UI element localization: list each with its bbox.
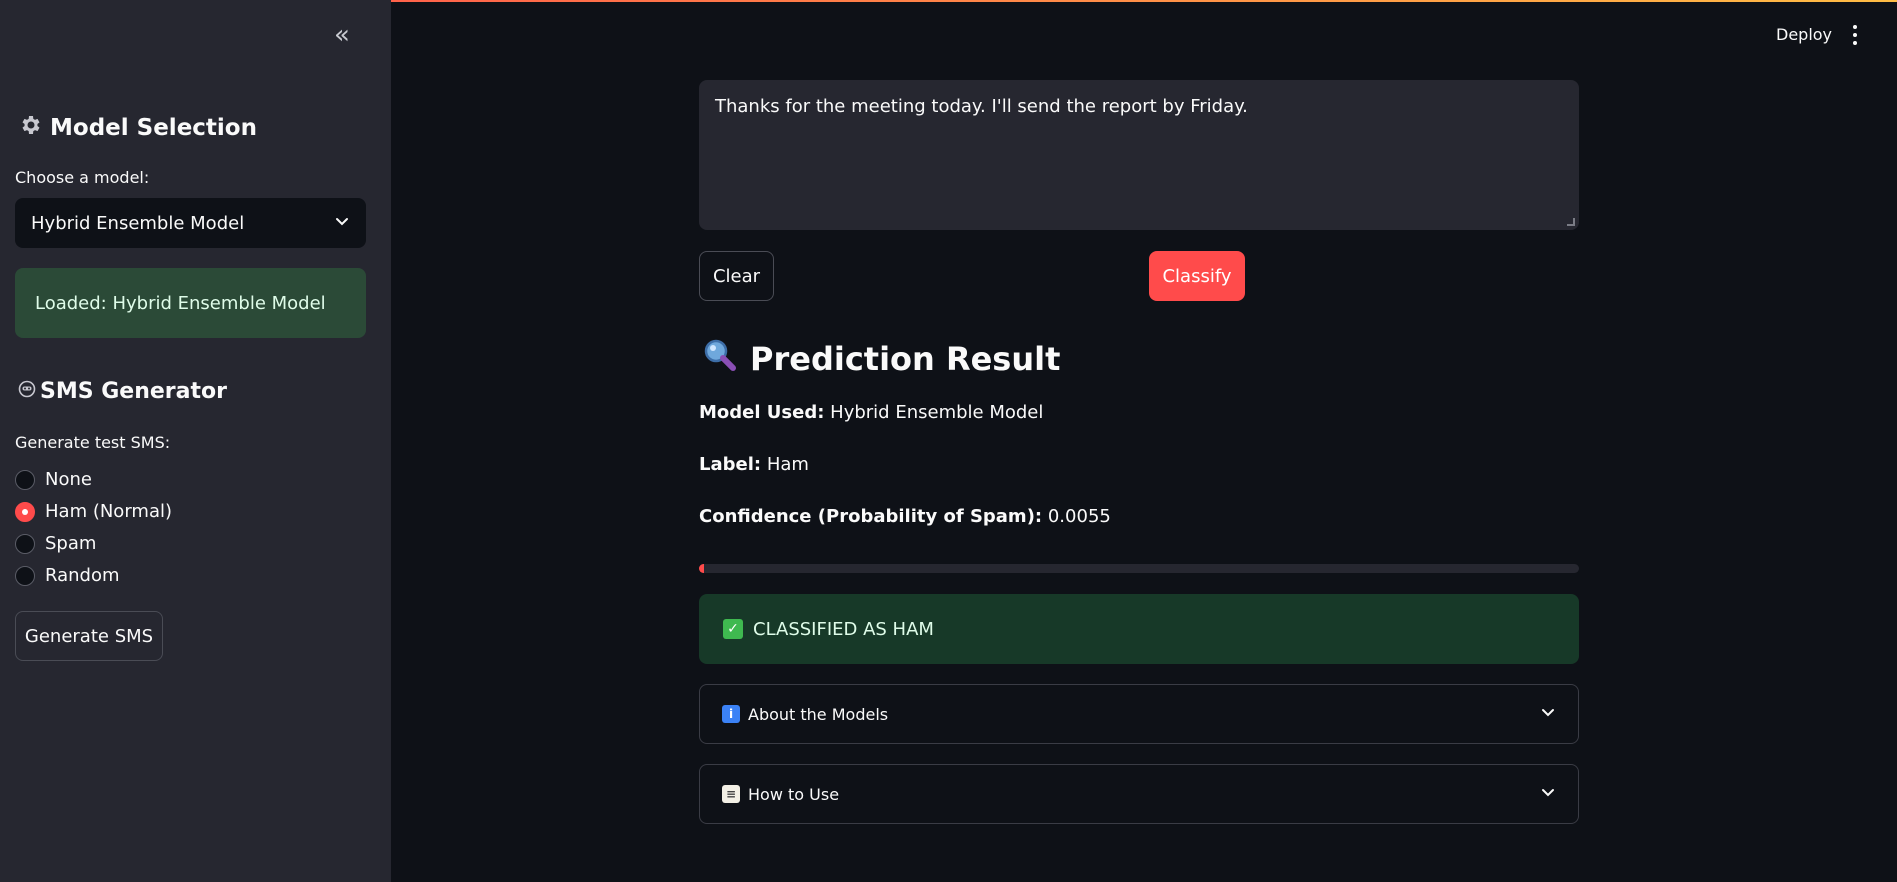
model-used-value: Hybrid Ensemble Model [830, 402, 1044, 423]
radio-random[interactable]: Random [15, 565, 120, 586]
verdict-text: CLASSIFIED AS HAM [753, 618, 934, 640]
model-select-value: Hybrid Ensemble Model [31, 212, 245, 234]
sms-generator-title: SMS Generator [40, 379, 227, 404]
radio-label: Random [45, 565, 120, 586]
label-key: Label: [699, 454, 762, 475]
how-to-use-expander[interactable]: ≡ How to Use [699, 764, 1579, 824]
model-used-line: Model Used: Hybrid Ensemble Model [699, 402, 1043, 423]
radio-circle-selected[interactable] [15, 501, 35, 522]
how-to-use-label: How to Use [748, 784, 840, 804]
check-mark-icon: ✓ [723, 619, 743, 639]
chevron-down-icon [1540, 784, 1556, 804]
deploy-button[interactable]: Deploy [1776, 25, 1832, 44]
radio-none[interactable]: None [15, 469, 92, 490]
radio-circle[interactable] [15, 469, 35, 490]
model-loaded-text: Loaded: Hybrid Ensemble Model [35, 292, 326, 314]
sidebar: « Model Selection Choose a model: Hybrid… [0, 0, 391, 882]
generate-sms-button[interactable]: Generate SMS [15, 611, 163, 661]
spam-probability-bar [699, 564, 1579, 573]
choose-model-label: Choose a model: [15, 168, 150, 187]
radio-ham-normal[interactable]: Ham (Normal) [15, 501, 172, 522]
label-value: Ham [766, 454, 809, 475]
confidence-key: Confidence (Probability of Spam): [699, 506, 1043, 527]
resize-handle[interactable] [1567, 218, 1575, 226]
model-select[interactable]: Hybrid Ensemble Model [15, 198, 366, 248]
label-line: Label: Ham [699, 454, 809, 475]
main-menu-icon[interactable] [1852, 25, 1858, 45]
robot-icon [18, 379, 36, 404]
info-icon: i [722, 705, 740, 723]
radio-label: Spam [45, 533, 97, 554]
radio-label: Ham (Normal) [45, 501, 172, 522]
collapse-sidebar-icon[interactable]: « [334, 22, 350, 48]
confidence-value: 0.0055 [1047, 506, 1111, 527]
clear-button[interactable]: Clear [699, 251, 774, 301]
prediction-result-heading: Prediction Result [702, 337, 1060, 381]
memo-icon: ≡ [722, 785, 740, 803]
model-selection-heading: Model Selection [18, 113, 257, 143]
radio-label: None [45, 469, 92, 490]
magnifier-icon [702, 337, 738, 381]
radio-circle[interactable] [15, 533, 35, 554]
confidence-line: Confidence (Probability of Spam): 0.0055 [699, 506, 1111, 527]
radio-circle[interactable] [15, 565, 35, 586]
classify-button[interactable]: Classify [1149, 251, 1245, 301]
chevron-down-icon [334, 213, 350, 234]
sms-generator-heading: SMS Generator [18, 379, 227, 404]
sms-message-textarea[interactable]: Thanks for the meeting today. I'll send … [699, 80, 1579, 230]
prediction-result-title: Prediction Result [750, 340, 1061, 378]
model-loaded-alert: Loaded: Hybrid Ensemble Model [15, 268, 366, 338]
spam-probability-fill [699, 564, 704, 573]
radio-spam[interactable]: Spam [15, 533, 96, 554]
classified-ham-alert: ✓ CLASSIFIED AS HAM [699, 594, 1579, 664]
model-selection-title: Model Selection [50, 115, 257, 141]
generate-test-sms-label: Generate test SMS: [15, 433, 171, 452]
chevron-down-icon [1540, 704, 1556, 724]
gear-icon [18, 113, 42, 143]
about-models-label: About the Models [748, 704, 889, 724]
about-models-expander[interactable]: i About the Models [699, 684, 1579, 744]
sms-message-text: Thanks for the meeting today. I'll send … [715, 96, 1248, 117]
model-used-key: Model Used: [699, 402, 825, 423]
